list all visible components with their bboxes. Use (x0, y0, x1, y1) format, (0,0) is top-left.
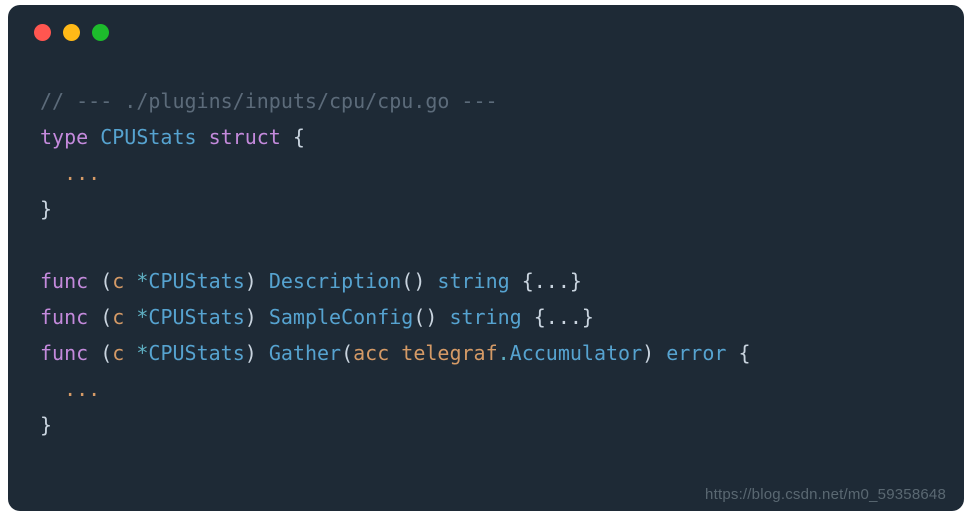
brace-open: { (293, 125, 305, 149)
keyword-struct: struct (209, 125, 281, 149)
fn-sampleconfig: SampleConfig (269, 305, 414, 329)
keyword-func: func (40, 269, 88, 293)
fn-description: Description (269, 269, 401, 293)
code-comment: // --- ./plugins/inputs/cpu/cpu.go --- (40, 89, 498, 113)
receiver-type: CPUStats (148, 305, 244, 329)
watermark-text: https://blog.csdn.net/m0_59358648 (705, 486, 946, 503)
fn-gather: Gather (269, 341, 341, 365)
brace-close: } (40, 413, 52, 437)
receiver-open: ( (100, 341, 112, 365)
star-op: * (136, 305, 148, 329)
paren-close: ) (642, 341, 654, 365)
ellipsis: ... (64, 161, 100, 185)
paren-open: ( (341, 341, 353, 365)
return-string: string (449, 305, 521, 329)
ellipsis: ... (64, 377, 100, 401)
close-icon[interactable] (34, 24, 51, 41)
star-op: * (136, 341, 148, 365)
brace-close: } (40, 197, 52, 221)
code-window: // --- ./plugins/inputs/cpu/cpu.go --- t… (8, 5, 964, 511)
param-acc: acc (353, 341, 389, 365)
receiver-type: CPUStats (148, 341, 244, 365)
receiver-open: ( (100, 305, 112, 329)
receiver-close: ) (245, 305, 257, 329)
brace-open: { (738, 341, 750, 365)
inline-body: {...} (534, 305, 594, 329)
receiver-close: ) (245, 341, 257, 365)
minimize-icon[interactable] (63, 24, 80, 41)
receiver-name: c (112, 305, 124, 329)
parens-empty: () (413, 305, 437, 329)
dot-op: . (498, 341, 510, 365)
keyword-func: func (40, 305, 88, 329)
type-accumulator: Accumulator (510, 341, 642, 365)
receiver-name: c (112, 341, 124, 365)
keyword-func: func (40, 341, 88, 365)
star-op: * (136, 269, 148, 293)
return-string: string (437, 269, 509, 293)
receiver-type: CPUStats (148, 269, 244, 293)
keyword-type: type (40, 125, 88, 149)
receiver-open: ( (100, 269, 112, 293)
receiver-close: ) (245, 269, 257, 293)
inline-body: {...} (522, 269, 582, 293)
return-error: error (666, 341, 726, 365)
window-titlebar (8, 5, 964, 59)
pkg-telegraf: telegraf (401, 341, 497, 365)
type-name: CPUStats (100, 125, 196, 149)
receiver-name: c (112, 269, 124, 293)
maximize-icon[interactable] (92, 24, 109, 41)
parens-empty: () (401, 269, 425, 293)
code-block: // --- ./plugins/inputs/cpu/cpu.go --- t… (8, 59, 964, 443)
